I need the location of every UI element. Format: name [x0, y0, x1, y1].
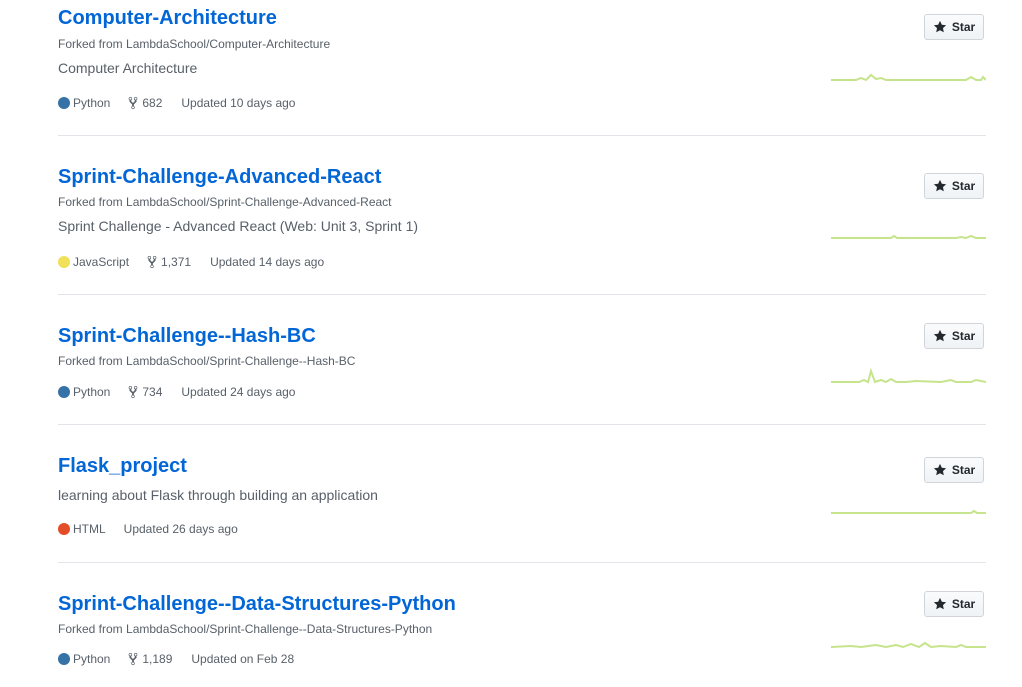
language-color-dot [58, 386, 70, 398]
repo-forked-icon [147, 255, 157, 269]
forks-link[interactable]: 1,371 [147, 254, 191, 270]
star-icon [933, 463, 946, 476]
star-button[interactable]: Star [924, 323, 984, 349]
forks-link[interactable]: 682 [128, 95, 162, 111]
star-label: Star [951, 329, 976, 343]
language-color-dot [58, 256, 70, 268]
repo-language: Python [58, 95, 110, 111]
repo-title-link[interactable]: Sprint-Challenge--Data-Structures-Python [58, 592, 456, 616]
forked-from-label: Forked from [58, 622, 127, 636]
repo-title-link[interactable]: Flask_project [58, 454, 187, 478]
updated-time: Updated 10 days ago [181, 96, 296, 110]
repo-title-link[interactable]: Sprint-Challenge-Advanced-React [58, 165, 381, 189]
forks-count: 1,189 [142, 652, 173, 666]
forked-from-label: Forked from [58, 354, 127, 368]
language-name: Python [73, 96, 111, 110]
repo-description: Computer Architecture [58, 60, 198, 76]
repo-divider [58, 135, 986, 136]
updated-time: Updated 14 days ago [210, 255, 325, 269]
repo-item: Sprint-Challenge--Data-Structures-Python… [58, 591, 986, 687]
star-button[interactable]: Star [924, 591, 984, 617]
forks-count: 1,371 [161, 255, 192, 269]
language-name: HTML [73, 522, 106, 536]
forked-from-link[interactable]: LambdaSchool/Computer-Architecture [126, 37, 330, 51]
star-button[interactable]: Star [924, 173, 984, 199]
repo-title-link[interactable]: Sprint-Challenge--Hash-BC [58, 324, 316, 348]
forked-from-link[interactable]: LambdaSchool/Sprint-Challenge-Advanced-R… [126, 195, 392, 209]
repository-list: Computer-Architecture Forked from Lambda… [0, 0, 1022, 687]
language-name: JavaScript [73, 255, 130, 269]
repo-divider [58, 424, 986, 425]
forked-from-line: Forked from LambdaSchool/Sprint-Challeng… [58, 353, 355, 369]
repo-meta: Python 734 Updated 24 days ago [58, 384, 295, 400]
forks-link[interactable]: 734 [128, 384, 162, 400]
forked-from-link[interactable]: LambdaSchool/Sprint-Challenge--Data-Stru… [126, 622, 432, 636]
language-color-dot [58, 653, 70, 665]
repo-language: Python [58, 384, 110, 400]
repo-meta: HTML Updated 26 days ago [58, 521, 238, 537]
repo-item: Sprint-Challenge-Advanced-React Forked f… [58, 165, 986, 275]
updated-time: Updated 24 days ago [181, 385, 296, 399]
activity-sparkline [831, 234, 986, 240]
language-color-dot [58, 523, 70, 535]
repo-meta: Python 1,189 Updated on Feb 28 [58, 651, 294, 667]
repo-item: Computer-Architecture Forked from Lambda… [58, 6, 986, 116]
repo-divider [58, 294, 986, 295]
star-icon [933, 179, 946, 192]
forked-from-line: Forked from LambdaSchool/Sprint-Challeng… [58, 194, 392, 210]
star-button[interactable]: Star [924, 14, 984, 40]
repo-forked-icon [128, 96, 138, 110]
forks-count: 682 [142, 96, 163, 110]
star-icon [933, 597, 946, 610]
repo-item: Sprint-Challenge--Hash-BC Forked from La… [58, 323, 986, 414]
activity-sparkline [831, 641, 986, 649]
star-label: Star [951, 179, 976, 193]
language-name: Python [73, 385, 111, 399]
repo-forked-icon [128, 385, 138, 399]
repo-meta: Python 682 Updated 10 days ago [58, 95, 295, 111]
star-label: Star [951, 20, 976, 34]
forks-link[interactable]: 1,189 [128, 651, 172, 667]
language-name: Python [73, 652, 111, 666]
forked-from-label: Forked from [58, 195, 127, 209]
forked-from-line: Forked from LambdaSchool/Computer-Archit… [58, 36, 330, 52]
star-button[interactable]: Star [924, 457, 984, 483]
star-icon [933, 20, 946, 33]
forked-from-link[interactable]: LambdaSchool/Sprint-Challenge--Hash-BC [126, 354, 355, 368]
forks-count: 734 [142, 385, 163, 399]
star-label: Star [951, 597, 976, 611]
star-label: Star [951, 463, 976, 477]
activity-sparkline [831, 509, 986, 514]
activity-sparkline [831, 73, 986, 82]
repo-item: Flask_project learning about Flask throu… [58, 454, 986, 544]
repo-title-link[interactable]: Computer-Architecture [58, 6, 277, 30]
language-color-dot [58, 97, 70, 109]
updated-time: Updated on Feb 28 [191, 652, 295, 666]
repo-divider [58, 562, 986, 563]
repo-language: JavaScript [58, 254, 129, 270]
forked-from-label: Forked from [58, 37, 127, 51]
repo-description: Sprint Challenge - Advanced React (Web: … [58, 218, 419, 234]
repo-description: learning about Flask through building an… [58, 487, 378, 503]
activity-sparkline [831, 367, 986, 384]
repo-forked-icon [128, 652, 138, 666]
updated-time: Updated 26 days ago [123, 522, 238, 536]
repo-language: Python [58, 651, 110, 667]
forked-from-line: Forked from LambdaSchool/Sprint-Challeng… [58, 621, 432, 637]
repo-meta: JavaScript 1,371 Updated 14 days ago [58, 254, 324, 270]
star-icon [933, 329, 946, 342]
repo-language: HTML [58, 521, 106, 537]
